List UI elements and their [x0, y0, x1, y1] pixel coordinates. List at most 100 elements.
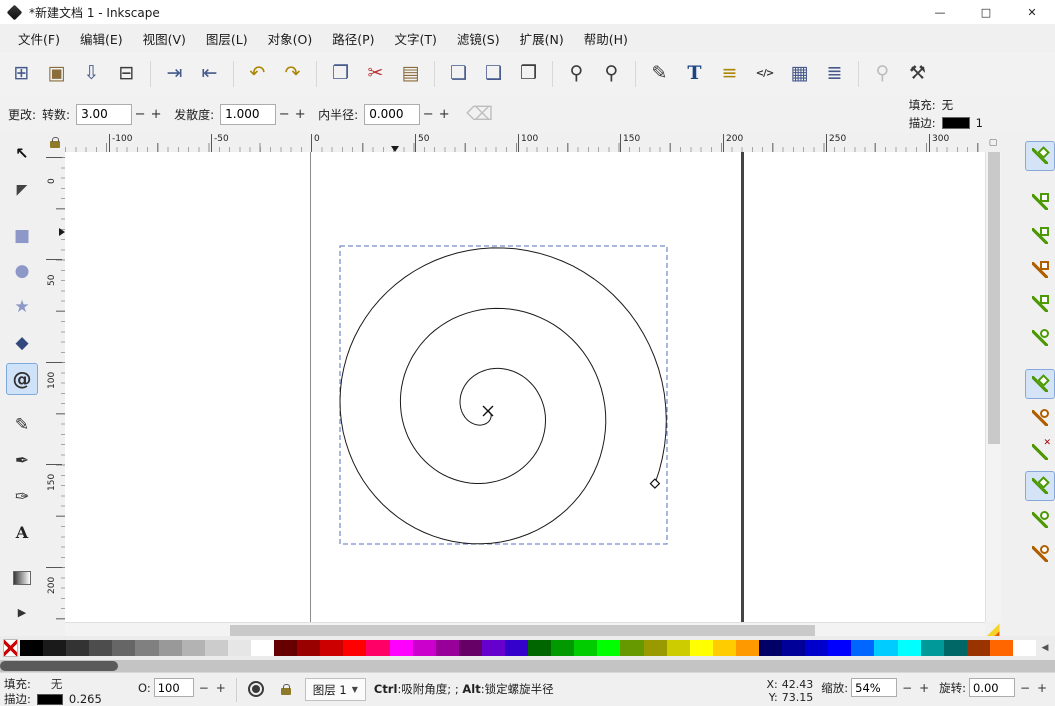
- palette-swatch-0[interactable]: [20, 640, 44, 656]
- palette-swatch-6[interactable]: [158, 640, 182, 656]
- horizontal-ruler[interactable]: -100 -50 0 50 100 150 200 250 300: [65, 133, 985, 153]
- snap-bbox-edge-midpoints-button[interactable]: [1025, 289, 1055, 319]
- cut-button[interactable]: ✂: [358, 56, 393, 91]
- palette-swatch-40[interactable]: [943, 640, 967, 656]
- menu-item-filters[interactable]: 滤镜(S): [447, 24, 510, 53]
- fill-value[interactable]: 无: [942, 97, 954, 113]
- palette-swatch-35[interactable]: [828, 640, 852, 656]
- vertical-scrollbar-thumb[interactable]: [988, 152, 1000, 444]
- ruler-corner[interactable]: [44, 133, 66, 153]
- menu-item-help[interactable]: 帮助(H): [574, 24, 638, 53]
- canvas[interactable]: [65, 152, 985, 622]
- palette-swatch-29[interactable]: [689, 640, 713, 656]
- palette-swatch-24[interactable]: [574, 640, 598, 656]
- palette-swatch-28[interactable]: [666, 640, 690, 656]
- rectangle-tool-button[interactable]: ■: [6, 220, 38, 252]
- palette-swatch-43[interactable]: [1013, 640, 1037, 656]
- palette-swatch-10[interactable]: [250, 640, 275, 656]
- status-fill-value[interactable]: 无: [51, 678, 63, 691]
- undo-button[interactable]: ↶: [240, 56, 275, 91]
- print-button[interactable]: ⊟: [109, 56, 144, 91]
- menu-item-object[interactable]: 对象(O): [258, 24, 323, 53]
- palette-swatch-39[interactable]: [920, 640, 944, 656]
- palette-swatch-13[interactable]: [320, 640, 344, 656]
- zoom-drawing-button[interactable]: ⚲: [594, 56, 629, 91]
- rotation-input[interactable]: [969, 678, 1015, 697]
- scrollbar-corner-button[interactable]: ▢: [985, 133, 1001, 153]
- palette-swatch-36[interactable]: [851, 640, 875, 656]
- pencil-tool-button[interactable]: ✎: [6, 409, 38, 441]
- node-tool-button[interactable]: ◤: [6, 174, 38, 206]
- palette-swatch-12[interactable]: [297, 640, 321, 656]
- export-button[interactable]: ⇤: [192, 56, 227, 91]
- layer-selector[interactable]: 图层 1 ▼: [304, 678, 366, 701]
- snap-bounding-box-button[interactable]: [1025, 187, 1055, 217]
- palette-swatch-11[interactable]: [274, 640, 298, 656]
- import-button[interactable]: ⇥: [157, 56, 192, 91]
- palette-swatch-1[interactable]: [43, 640, 67, 656]
- snap-cusp-nodes-button[interactable]: [1025, 471, 1055, 501]
- palette-swatch-9[interactable]: [227, 640, 251, 656]
- reset-defaults-button[interactable]: ⌫: [462, 97, 497, 132]
- rotation-decrease-button[interactable]: −: [1018, 678, 1032, 697]
- spiral-center-handle[interactable]: [482, 405, 494, 417]
- unlink-clone-button[interactable]: ❒: [511, 56, 546, 91]
- palette-swatch-7[interactable]: [181, 640, 205, 656]
- rotation-increase-button[interactable]: +: [1035, 678, 1049, 697]
- palette-scrollbar[interactable]: [0, 660, 1055, 672]
- layer-lock-button[interactable]: [275, 678, 297, 700]
- palette-swatch-4[interactable]: [112, 640, 136, 656]
- palette-swatch-30[interactable]: [712, 640, 736, 656]
- turns-increase-button[interactable]: +: [148, 103, 164, 126]
- vertical-scrollbar[interactable]: [985, 152, 1002, 622]
- box3d-tool-button[interactable]: ◆: [6, 327, 38, 359]
- menu-item-edit[interactable]: 编辑(E): [70, 24, 133, 53]
- maximize-button[interactable]: □: [963, 0, 1009, 24]
- snap-midpoints-button[interactable]: [1025, 539, 1055, 569]
- more-tools-button[interactable]: ▶: [6, 596, 38, 628]
- align-distribute-button[interactable]: ▦: [782, 56, 817, 91]
- palette-swatch-31[interactable]: [735, 640, 759, 656]
- menu-item-text[interactable]: 文字(T): [385, 24, 447, 53]
- palette-swatch-8[interactable]: [204, 640, 228, 656]
- gradient-tool-button[interactable]: [6, 562, 38, 594]
- xml-editor-button[interactable]: </>: [747, 56, 782, 91]
- palette-no-color-swatch[interactable]: [3, 639, 18, 657]
- snap-enable-button[interactable]: [1025, 141, 1055, 171]
- find-button[interactable]: ⚲: [865, 56, 900, 91]
- divergence-increase-button[interactable]: +: [292, 103, 308, 126]
- menu-item-layer[interactable]: 图层(L): [196, 24, 258, 53]
- snap-smooth-nodes-button[interactable]: [1025, 505, 1055, 535]
- fill-stroke-indicator[interactable]: 填充: 无 描边: 0.265: [4, 678, 130, 706]
- snap-bbox-centers-button[interactable]: [1025, 323, 1055, 353]
- palette-swatch-34[interactable]: [805, 640, 829, 656]
- palette-swatch-18[interactable]: [435, 640, 459, 656]
- zoom-selection-button[interactable]: ⚲: [559, 56, 594, 91]
- inner-radius-decrease-button[interactable]: −: [420, 103, 436, 126]
- close-button[interactable]: ✕: [1009, 0, 1055, 24]
- palette-swatch-2[interactable]: [66, 640, 90, 656]
- new-document-button[interactable]: ⊞: [4, 56, 39, 91]
- palette-swatch-38[interactable]: [897, 640, 921, 656]
- palette-swatch-25[interactable]: [597, 640, 621, 656]
- ellipse-tool-button[interactable]: ●: [6, 256, 38, 288]
- open-button[interactable]: ▣: [39, 56, 74, 91]
- redo-button[interactable]: ↷: [275, 56, 310, 91]
- calligraphy-tool-button[interactable]: ✑: [6, 481, 38, 513]
- opacity-increase-button[interactable]: +: [214, 678, 228, 697]
- minimize-button[interactable]: —: [917, 0, 963, 24]
- palette-swatch-21[interactable]: [504, 640, 529, 656]
- snap-path-button[interactable]: [1025, 403, 1055, 433]
- palette-swatch-37[interactable]: [874, 640, 898, 656]
- save-button[interactable]: ⇩: [74, 56, 109, 91]
- status-stroke-swatch[interactable]: [36, 694, 63, 705]
- palette-swatch-42[interactable]: [989, 640, 1014, 656]
- snap-path-intersections-button[interactable]: [1025, 437, 1055, 467]
- turns-decrease-button[interactable]: −: [132, 103, 148, 126]
- vertical-ruler[interactable]: 0 50 100 150 200 250: [44, 152, 66, 622]
- divergence-decrease-button[interactable]: −: [276, 103, 292, 126]
- selector-tool-button[interactable]: ↖: [6, 138, 38, 170]
- palette-swatch-33[interactable]: [782, 640, 806, 656]
- fill-stroke-dialog-button[interactable]: ✎: [642, 56, 677, 91]
- objects-dialog-button[interactable]: ≣: [817, 56, 852, 91]
